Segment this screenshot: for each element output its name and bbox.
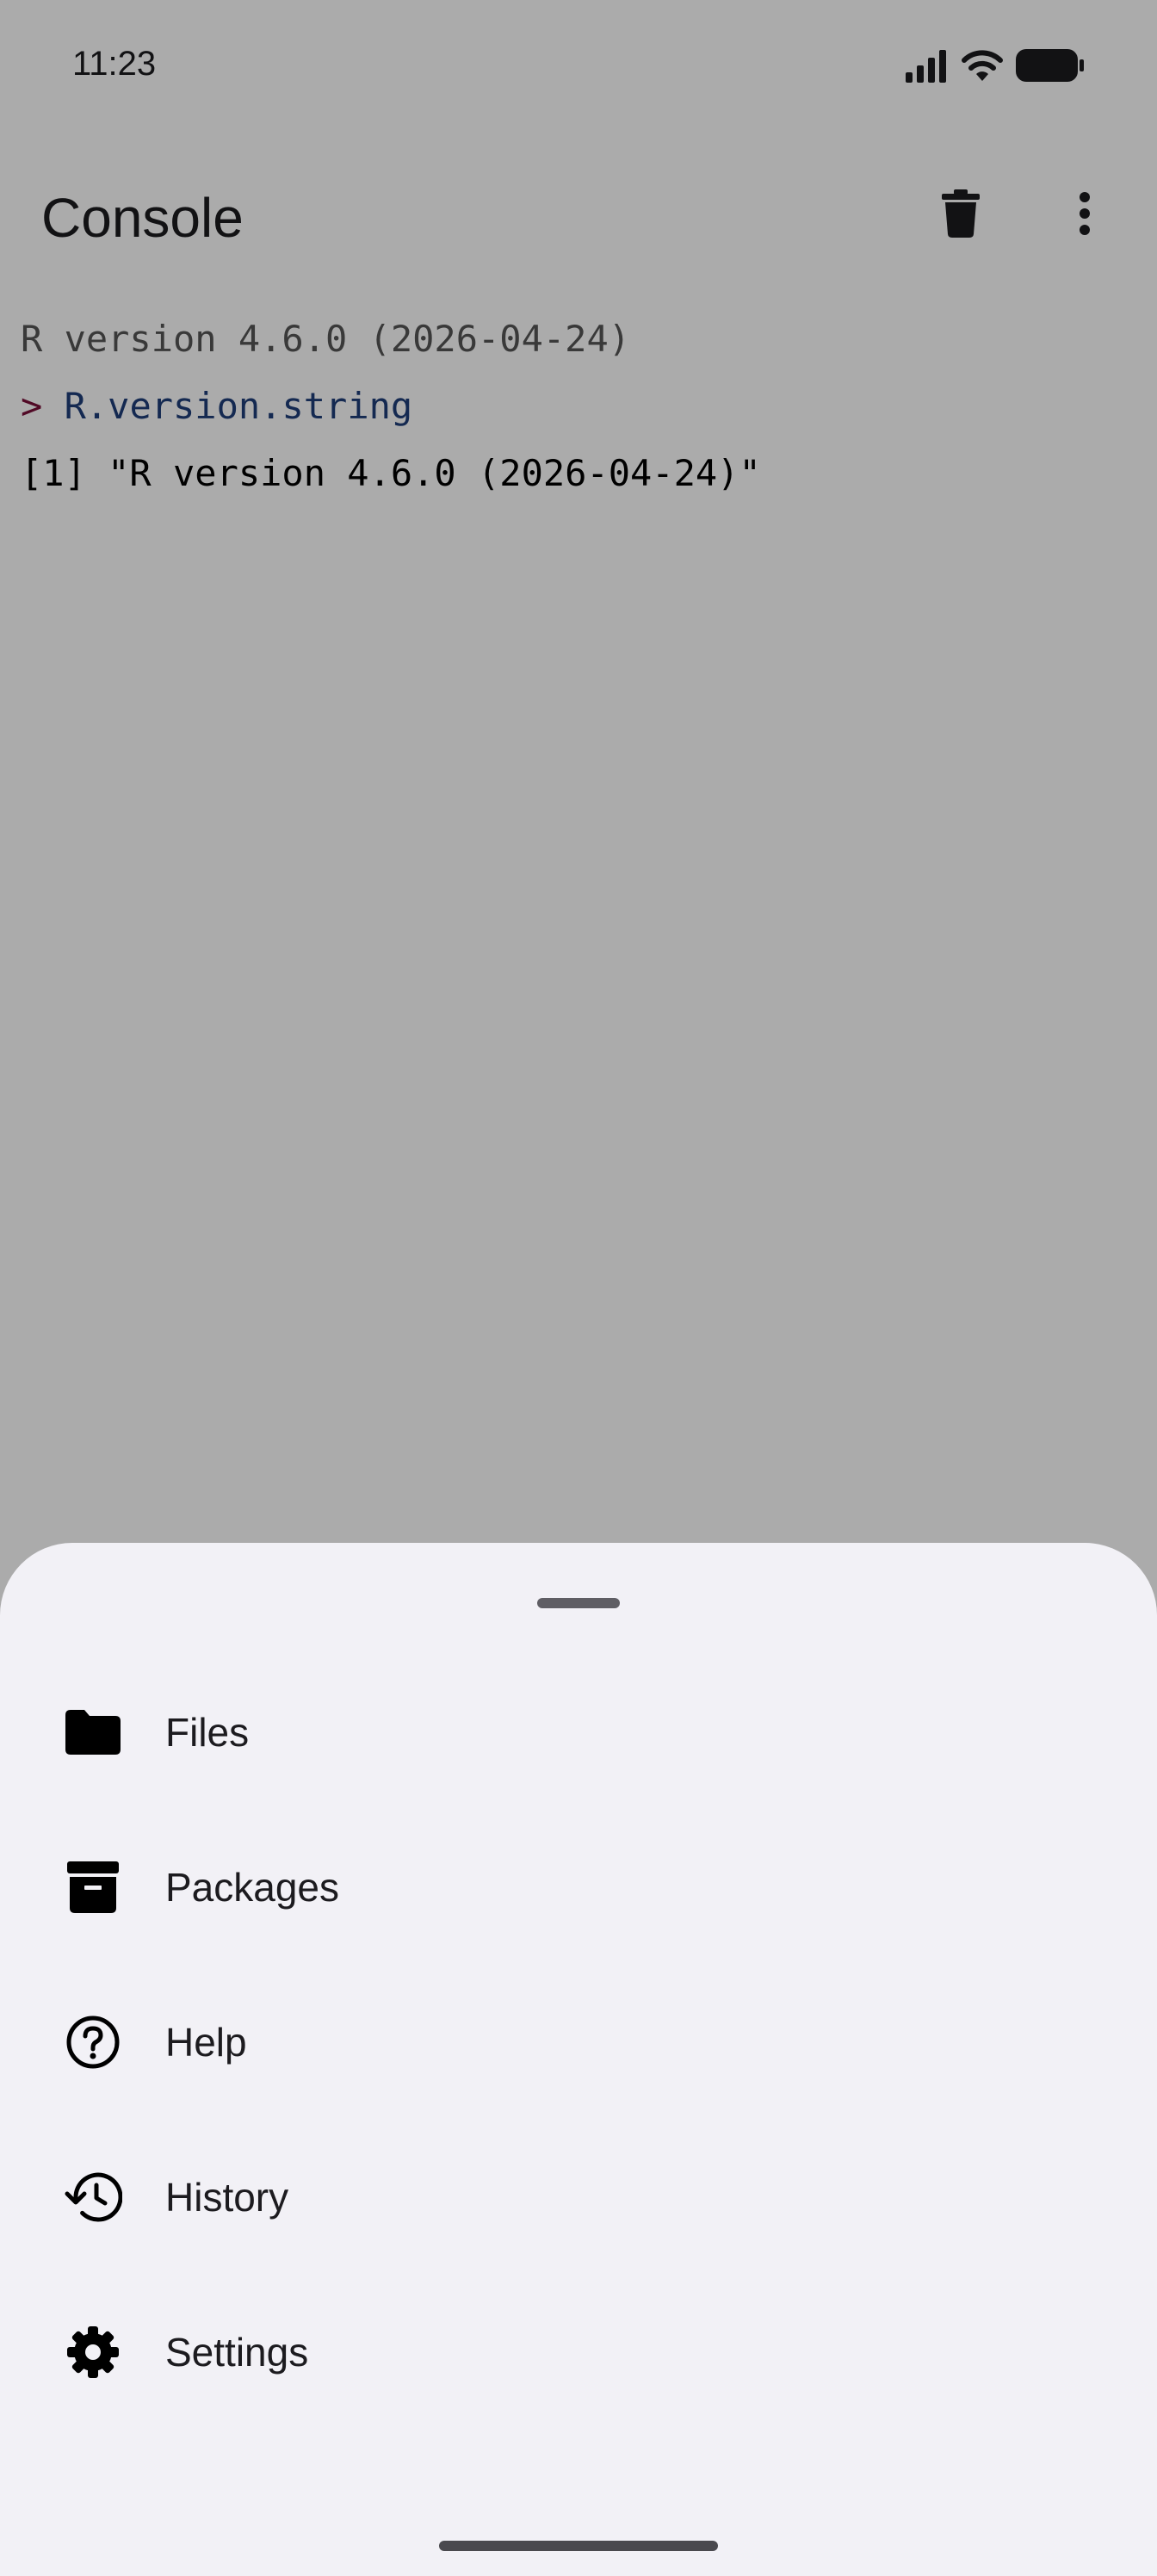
drag-handle[interactable]	[537, 1598, 620, 1608]
gesture-bar[interactable]	[439, 2541, 718, 2551]
menu-item-label: Help	[165, 2020, 247, 2065]
sheet-menu: Files Packages Help History Settings	[0, 1655, 1157, 2430]
history-icon	[62, 2166, 124, 2228]
menu-item-label: Packages	[165, 1865, 340, 1910]
menu-item-help[interactable]: Help	[0, 1965, 1157, 2120]
menu-item-label: Files	[165, 1710, 250, 1755]
menu-item-packages[interactable]: Packages	[0, 1810, 1157, 1965]
bottom-sheet: Files Packages Help History Settings	[0, 1543, 1157, 2576]
menu-item-label: Settings	[165, 2330, 309, 2375]
menu-item-settings[interactable]: Settings	[0, 2275, 1157, 2430]
archive-icon	[62, 1856, 124, 1918]
gear-icon	[62, 2321, 124, 2383]
menu-item-label: History	[165, 2175, 289, 2220]
help-circle-icon	[62, 2011, 124, 2073]
menu-item-history[interactable]: History	[0, 2120, 1157, 2275]
folder-icon	[62, 1701, 124, 1763]
menu-item-files[interactable]: Files	[0, 1655, 1157, 1810]
